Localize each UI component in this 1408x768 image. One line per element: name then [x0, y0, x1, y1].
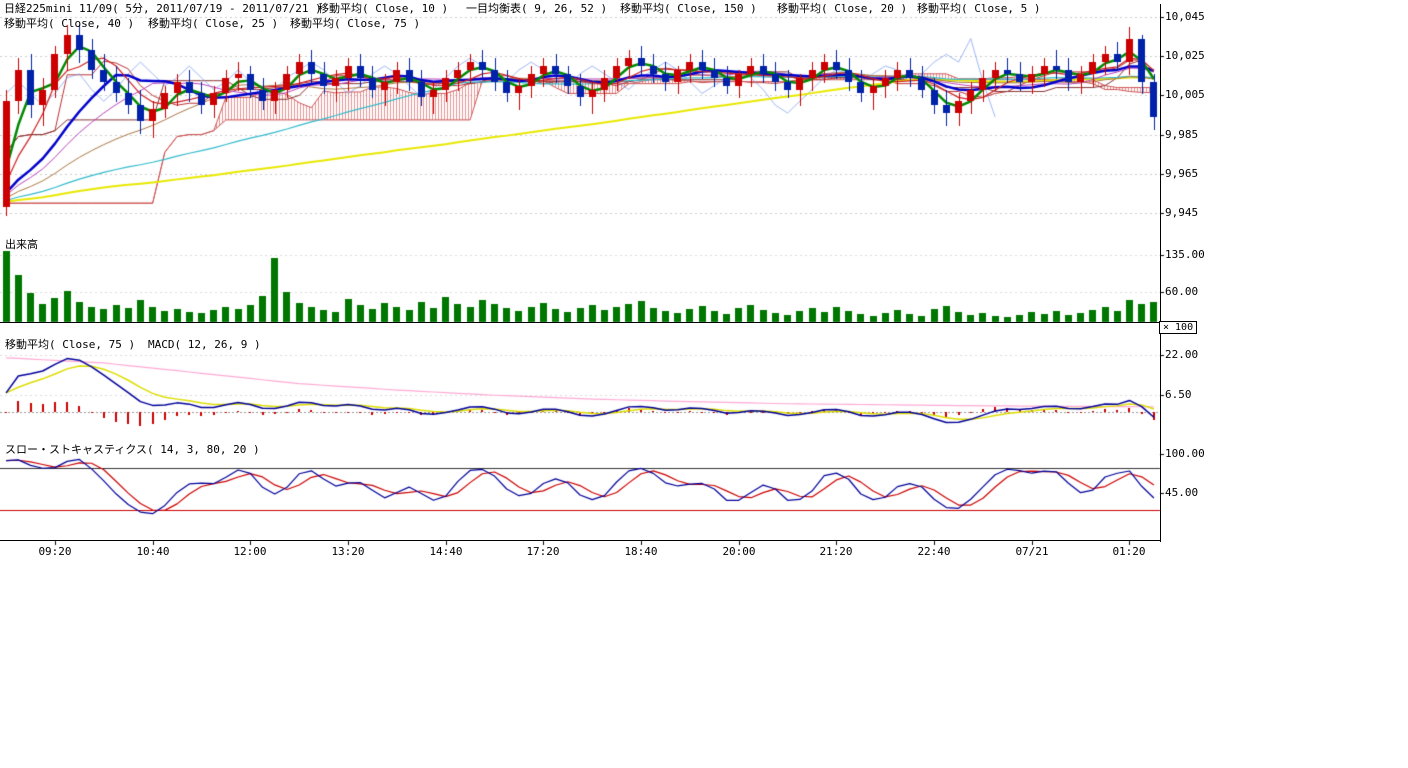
price-axis-tick-label: 9,945 — [1165, 207, 1198, 218]
time-axis-tick-label: 21:20 — [814, 546, 858, 557]
price-axis-tick-label: 9,985 — [1165, 129, 1198, 140]
price-axis-tick-label: 10,025 — [1165, 50, 1205, 61]
volume-axis-tick-label: 135.00 — [1165, 249, 1205, 260]
header-indicator-label: 移動平均( Close, 75 ) — [290, 18, 420, 30]
header-indicator-label: 移動平均( Close, 25 ) — [148, 18, 278, 30]
macd-label: MACD( 12, 26, 9 ) — [148, 339, 261, 351]
stoch-axis-tick-label: 45.00 — [1165, 487, 1198, 498]
volume-panel-separator — [0, 322, 1161, 323]
time-axis-tick-label: 12:00 — [228, 546, 272, 557]
price-axis-tick-label: 10,045 — [1165, 11, 1205, 22]
header-indicator-label: 移動平均( Close, 150 ) — [620, 3, 757, 15]
header-indicator-label: 移動平均( Close, 5 ) — [917, 3, 1040, 15]
header-indicator-label: 一目均衡表( 9, 26, 52 ) — [466, 3, 607, 15]
chart-plot-area[interactable] — [0, 0, 1408, 768]
volume-unit-badge: × 100 — [1159, 321, 1197, 334]
volume-axis-tick-label: 60.00 — [1165, 286, 1198, 297]
time-axis-tick-label: 17:20 — [521, 546, 565, 557]
macd-axis-tick-label: 22.00 — [1165, 349, 1198, 360]
price-axis-line — [1160, 4, 1161, 542]
time-axis-tick-label: 13:20 — [326, 546, 370, 557]
price-axis-tick-label: 10,005 — [1165, 89, 1205, 100]
header-indicator-label: 移動平均( Close, 40 ) — [4, 18, 134, 30]
macd-axis-tick-label: 6.50 — [1165, 389, 1192, 400]
time-axis-tick-label: 01:20 — [1107, 546, 1151, 557]
time-axis-tick-label: 09:20 — [33, 546, 77, 557]
price-axis-tick-label: 9,965 — [1165, 168, 1198, 179]
volume-panel-label: 出来高 — [5, 239, 38, 251]
chart-application: 出来高 移動平均( Close, 75 ) MACD( 12, 26, 9 ) … — [0, 0, 1408, 768]
macd-ma-label: 移動平均( Close, 75 ) — [5, 339, 135, 351]
header-indicator-label: 移動平均( Close, 20 ) — [777, 3, 907, 15]
stoch-axis-tick-label: 100.00 — [1165, 448, 1205, 459]
time-axis-tick-label: 10:40 — [131, 546, 175, 557]
time-axis-tick-label: 20:00 — [717, 546, 761, 557]
stochastics-label: スロー・ストキャスティクス( 14, 3, 80, 20 ) — [5, 444, 260, 456]
header-indicator-label: 移動平均( Close, 10 ) — [318, 3, 448, 15]
time-axis-tick-label: 14:40 — [424, 546, 468, 557]
header-indicator-label: 日経225mini 11/09( 5分, 2011/07/19 - 2011/0… — [4, 3, 322, 15]
time-axis-tick-label: 22:40 — [912, 546, 956, 557]
time-axis-tick-label: 18:40 — [619, 546, 663, 557]
time-axis-tick-label: 07/21 — [1010, 546, 1054, 557]
time-axis-line — [0, 540, 1161, 541]
